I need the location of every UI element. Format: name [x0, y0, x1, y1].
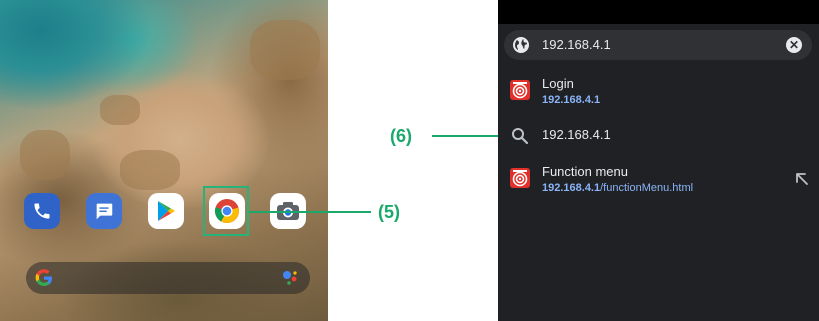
address-bar[interactable]: 192.168.4.1 ✕	[504, 30, 812, 60]
home-screen	[0, 0, 328, 321]
suggestion-login[interactable]: Login 192.168.4.1	[498, 74, 819, 110]
suggestion-url: 192.168.4.1/functionMenu.html	[542, 182, 694, 194]
globe-icon	[513, 37, 529, 53]
wallpaper-rock	[120, 150, 180, 190]
site-favicon-icon	[510, 168, 530, 188]
messages-app-icon[interactable]	[86, 193, 122, 229]
suggestion-query: 192.168.4.1	[542, 127, 611, 142]
address-input[interactable]: 192.168.4.1	[542, 37, 611, 52]
site-favicon-icon	[510, 80, 530, 100]
suggestion-title: Login	[542, 76, 574, 91]
status-bar	[498, 0, 819, 24]
callout-5-label: (5)	[378, 202, 400, 222]
assistant-icon[interactable]	[282, 270, 300, 286]
phone-app-icon[interactable]	[24, 193, 60, 229]
callout-5-line	[249, 211, 371, 213]
search-icon	[512, 128, 529, 145]
suggestion-search[interactable]: 192.168.4.1	[498, 122, 819, 148]
chrome-highlight-box	[203, 186, 249, 236]
google-g-icon	[35, 269, 52, 286]
play-store-icon	[158, 201, 175, 221]
message-icon	[96, 203, 113, 220]
callout-6-label: (6)	[390, 126, 412, 146]
callout-6-line	[432, 135, 504, 137]
wallpaper-rock	[100, 95, 140, 125]
phone-icon	[34, 203, 50, 219]
suggestion-title: Function menu	[542, 164, 628, 179]
wallpaper-rock	[250, 20, 320, 80]
browser-suggestion-panel: 192.168.4.1 ✕ Login 192.168.4.1 192.168.…	[498, 0, 819, 321]
insert-arrow-icon[interactable]	[795, 172, 809, 186]
wallpaper-rock	[20, 130, 70, 180]
clear-icon[interactable]: ✕	[786, 37, 802, 53]
play-store-app-icon[interactable]	[148, 193, 184, 229]
google-search-bar[interactable]	[26, 262, 310, 294]
suggestion-url: 192.168.4.1	[542, 94, 601, 106]
suggestion-function-menu[interactable]: Function menu 192.168.4.1/functionMenu.h…	[498, 162, 819, 198]
